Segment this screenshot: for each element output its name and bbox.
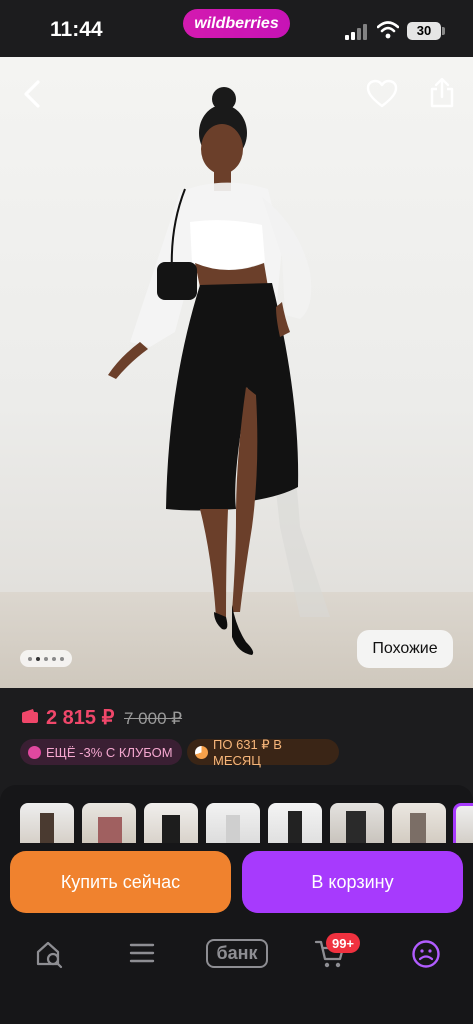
club-discount-chip[interactable]: ЕЩЁ -3% С КЛУБОМ	[20, 739, 182, 765]
signal-icon	[345, 24, 371, 40]
battery-icon: 30	[407, 22, 441, 40]
home-search-icon[interactable]	[34, 939, 64, 969]
brand-logo[interactable]: wildberries	[183, 9, 290, 38]
bank-icon[interactable]: банк	[206, 939, 268, 968]
pagination-dot-active	[36, 656, 40, 661]
color-variants-strip[interactable]	[20, 803, 473, 843]
share-icon[interactable]	[428, 77, 456, 109]
installment-chip[interactable]: ПО 631 ₽ В МЕСЯЦ	[187, 736, 339, 768]
model-figure	[108, 87, 330, 655]
similar-button[interactable]: Похожие	[357, 630, 453, 668]
gallery-pagination	[20, 650, 72, 667]
pagination-dot	[60, 656, 64, 661]
battery-tip	[442, 27, 445, 35]
add-to-cart-button[interactable]: В корзину	[242, 851, 463, 913]
club-star-icon	[28, 745, 41, 759]
variant-thumbnail[interactable]	[82, 803, 136, 843]
profile-icon[interactable]	[411, 939, 441, 969]
installment-pie-icon	[195, 745, 208, 759]
variant-thumbnail[interactable]	[392, 803, 446, 843]
variant-thumbnail[interactable]	[268, 803, 322, 843]
variant-thumbnail[interactable]	[20, 803, 74, 843]
variant-thumbnail[interactable]	[144, 803, 198, 843]
status-time: 11:44	[50, 18, 103, 41]
heart-icon[interactable]	[366, 79, 398, 109]
cart-count-badge: 99+	[326, 933, 360, 953]
wifi-icon	[377, 21, 399, 39]
back-chevron-icon[interactable]	[18, 77, 48, 111]
variant-thumbnail[interactable]	[330, 803, 384, 843]
pagination-dot	[28, 656, 32, 661]
product-photo[interactable]: Похожие	[0, 57, 473, 688]
catalog-menu-icon[interactable]	[129, 941, 155, 965]
wallet-icon	[22, 709, 38, 723]
installment-label: ПО 631 ₽ В МЕСЯЦ	[213, 736, 282, 768]
old-price: 7 000 ₽	[124, 709, 183, 728]
pagination-dot	[52, 656, 56, 661]
pagination-dot	[44, 656, 48, 661]
current-price: 2 815 ₽	[46, 707, 115, 729]
variant-thumbnail-selected[interactable]	[453, 803, 473, 843]
buy-now-button[interactable]: Купить сейчас	[10, 851, 231, 913]
variant-thumbnail[interactable]	[206, 803, 260, 843]
club-discount-label: ЕЩЁ -3% С КЛУБОМ	[46, 744, 173, 760]
